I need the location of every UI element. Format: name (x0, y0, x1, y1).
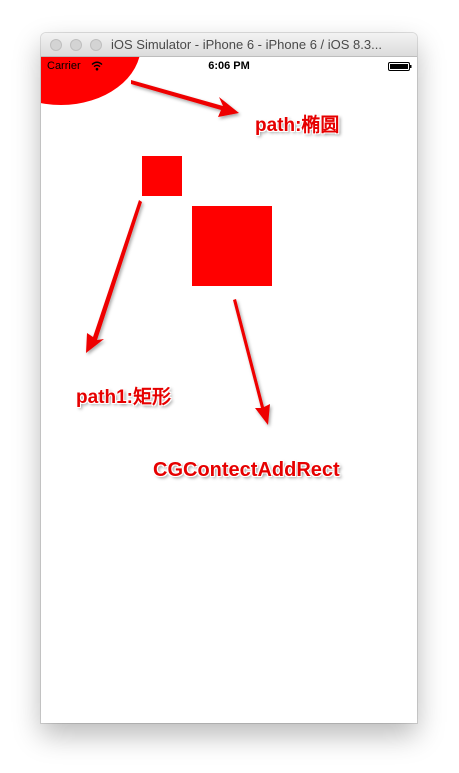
simulator-window: iOS Simulator - iPhone 6 - iPhone 6 / iO… (41, 33, 417, 723)
close-window-button[interactable] (50, 39, 62, 51)
battery-icon (388, 62, 412, 71)
status-bar: Carrier 6:06 PM (41, 57, 417, 77)
status-time: 6:06 PM (208, 60, 250, 72)
title-bar: iOS Simulator - iPhone 6 - iPhone 6 / iO… (41, 33, 417, 57)
path1-annotation-label: path1:矩形 (76, 387, 172, 408)
ellipse-annotation-label: path:椭圆 (255, 115, 340, 136)
zoom-window-button[interactable] (90, 39, 102, 51)
window-title: iOS Simulator - iPhone 6 - iPhone 6 / iO… (111, 37, 382, 52)
small-rect-shape (142, 156, 182, 196)
rect-annotation-label: CGContectAddRect (153, 459, 340, 481)
large-rect-shape (192, 206, 272, 286)
minimize-window-button[interactable] (70, 39, 82, 51)
